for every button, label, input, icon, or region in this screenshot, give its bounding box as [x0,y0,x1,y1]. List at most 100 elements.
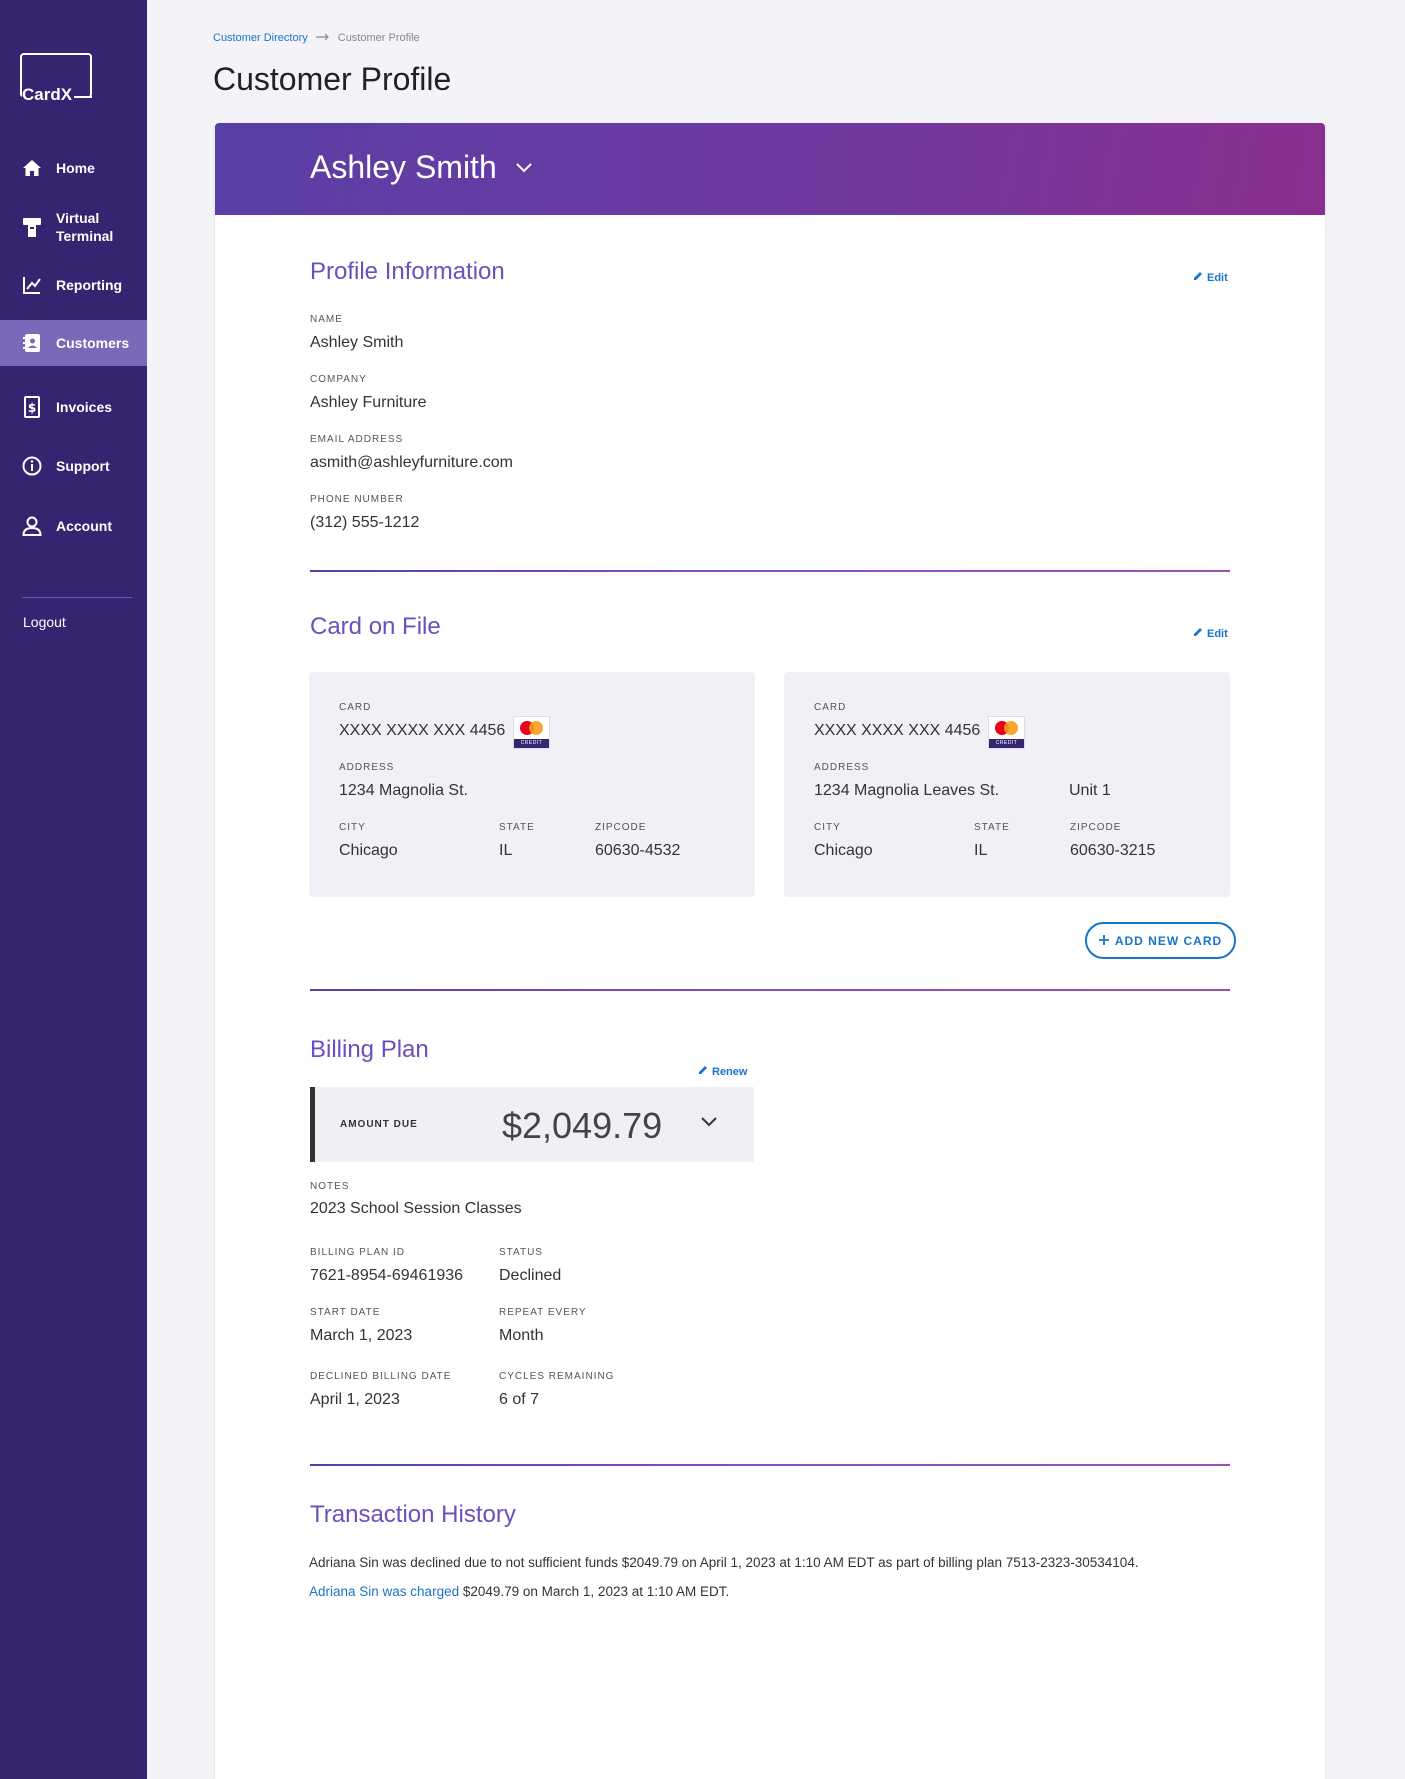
transaction-history-title: Transaction History [310,1501,516,1528]
amount-due-panel[interactable]: AMOUNT DUE $2,049.79 [310,1087,754,1162]
repeat-every-value: Month [499,1327,544,1344]
sidebar-item-label: Account [56,518,112,534]
section-divider [310,570,1230,572]
sidebar-item-reporting[interactable]: Reporting [0,270,147,300]
city-value: Chicago [339,842,398,859]
email-label: EMAIL ADDRESS [310,434,404,445]
add-new-card-button[interactable]: ADD NEW CARD [1085,922,1236,959]
status-value: Declined [499,1267,562,1284]
mastercard-icon: CREDIT [513,716,550,749]
declined-billing-date-label: DECLINED BILLING DATE [310,1371,452,1382]
card-edit-link[interactable]: Edit [1193,627,1228,640]
sidebar-item-label: Reporting [56,277,123,293]
billing-plan-id-value: 7621-8954-69461936 [310,1267,464,1284]
transaction-link[interactable]: Adriana Sin was charged [309,1584,459,1599]
edit-label: Edit [1207,271,1228,284]
sidebar-item-label: Home [56,160,95,176]
profile-information-title: Profile Information [310,258,505,285]
saved-card-1[interactable]: CARD XXXX XXXX XXX 4456 CREDIT ADDRESS 1… [309,672,755,897]
unit-value: Unit 1 [1069,782,1111,799]
logout-link[interactable]: Logout [23,614,66,630]
sidebar-item-virtual-terminal[interactable]: Virtual Terminal [0,207,147,247]
billing-plan-title: Billing Plan [310,1036,429,1063]
repeat-every-label: REPEAT EVERY [499,1307,587,1318]
chevron-down-icon[interactable] [700,1115,718,1133]
contacts-icon [22,333,42,353]
state-label: STATE [499,822,535,833]
transaction-detail: $2049.79 on March 1, 2023 at 1:10 AM EDT… [459,1584,730,1599]
sidebar-item-invoices[interactable]: $ Invoices [0,394,147,420]
chart-icon [22,275,42,295]
address-value: 1234 Magnolia Leaves St. [814,782,1000,799]
card-label: CARD [339,702,372,713]
section-divider [310,1464,1230,1466]
renew-link[interactable]: Renew [698,1065,747,1078]
plus-icon [1098,934,1109,948]
address-label: ADDRESS [814,762,870,773]
phone-value: (312) 555-1212 [310,514,420,531]
sidebar-item-label: Customers [56,335,130,351]
company-label: COMPANY [310,374,367,385]
phone-label: PHONE NUMBER [310,494,404,505]
notes-label: NOTES [310,1181,350,1192]
address-value: 1234 Magnolia St. [339,782,468,799]
name-label: NAME [310,314,343,325]
state-label: STATE [974,822,1010,833]
zip-value: 60630-3215 [1070,842,1156,859]
zip-label: ZIPCODE [1070,822,1122,833]
company-value: Ashley Furniture [310,394,427,411]
sidebar-divider [22,597,132,598]
declined-billing-date-value: April 1, 2023 [310,1391,400,1408]
city-label: CITY [814,822,841,833]
renew-label: Renew [712,1065,748,1078]
cycles-remaining-label: CYCLES REMAINING [499,1371,615,1382]
chevron-down-icon[interactable] [515,161,533,179]
sidebar: CardX Home Virtual Terminal Reporting Cu… [0,0,147,1779]
svg-text:$: $ [28,401,36,415]
home-icon [22,158,42,178]
edit-label: Edit [1207,627,1228,640]
transaction-entry: Adriana Sin was declined due to not suff… [309,1555,1139,1570]
pencil-icon [698,1065,708,1078]
arrow-right-icon [315,32,330,44]
sidebar-item-account[interactable]: Account [0,513,147,539]
address-label: ADDRESS [339,762,395,773]
start-date-value: March 1, 2023 [310,1327,413,1344]
city-value: Chicago [814,842,873,859]
start-date-label: START DATE [310,1307,381,1318]
logo-text: CardX [22,85,76,105]
sidebar-item-customers[interactable]: Customers [0,320,147,366]
breadcrumb: Customer Directory Customer Profile [213,32,420,44]
email-value: asmith@ashleyfurniture.com [310,454,513,471]
add-card-label: ADD NEW CARD [1114,933,1223,948]
sidebar-item-label: Support [56,458,110,474]
mastercard-icon: CREDIT [988,716,1025,749]
cycles-remaining-value: 6 of 7 [499,1391,540,1408]
sidebar-item-support[interactable]: Support [0,453,147,479]
user-icon [22,516,42,536]
zip-value: 60630-4532 [595,842,681,859]
breadcrumb-parent-link[interactable]: Customer Directory [213,32,308,44]
page-title: Customer Profile [213,61,452,97]
pencil-icon [1193,627,1203,640]
customer-profile-card: Ashley Smith Profile Information Edit NA… [215,123,1325,1779]
info-icon [22,456,42,476]
customer-name-dropdown[interactable]: Ashley Smith [310,149,497,186]
cardx-logo[interactable]: CardX [20,53,92,105]
state-value: IL [974,842,988,859]
profile-edit-link[interactable]: Edit [1193,271,1228,284]
sidebar-item-home[interactable]: Home [0,155,147,181]
breadcrumb-current: Customer Profile [337,32,420,44]
card-number: XXXX XXXX XXX 4456 [814,722,981,739]
sidebar-item-label: Invoices [56,399,113,415]
sidebar-item-label: Virtual Terminal [56,210,114,244]
transaction-entry: Adriana Sin was charged $2049.79 on Marc… [309,1584,729,1599]
invoice-icon: $ [22,396,42,418]
notes-value: 2023 School Session Classes [310,1200,522,1217]
section-divider [310,989,1230,991]
saved-card-2[interactable]: CARD XXXX XXXX XXX 4456 CREDIT ADDRESS 1… [784,672,1230,897]
terminal-icon [22,217,42,237]
amount-due-value: $2,049.79 [502,1105,663,1146]
zip-label: ZIPCODE [595,822,647,833]
city-label: CITY [339,822,366,833]
